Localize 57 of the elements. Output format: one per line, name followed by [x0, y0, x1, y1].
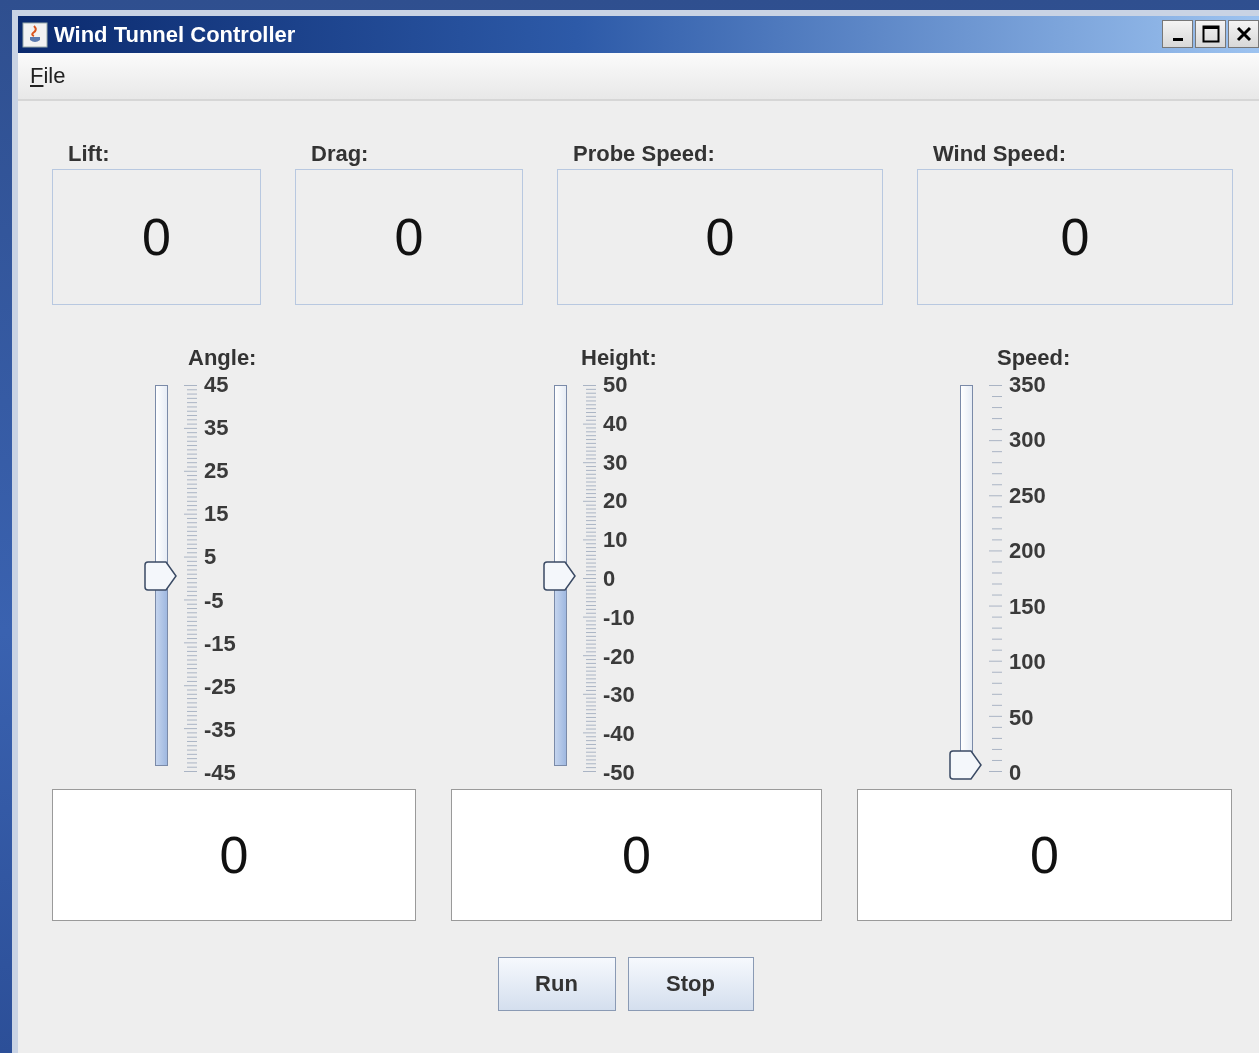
readout-label: Lift: [68, 141, 111, 165]
run-button[interactable]: Run [497, 957, 616, 1011]
tick-label: -10 [603, 605, 635, 630]
readout-value: 0 [1060, 207, 1090, 267]
maximize-button[interactable] [1195, 20, 1226, 48]
tick-label: 250 [1009, 483, 1046, 508]
tick-label: -15 [204, 631, 236, 656]
tick-label: 25 [204, 459, 230, 484]
close-icon [1235, 26, 1252, 42]
slider-label: Speed: [997, 345, 1071, 372]
tick-label: 200 [1009, 539, 1046, 564]
value-text: 0 [1030, 825, 1059, 885]
window-title: Wind Tunnel Controller [54, 21, 297, 48]
readout-value: 0 [705, 207, 735, 267]
tick-label: 350 [1009, 373, 1046, 397]
tick-label: 50 [1009, 705, 1035, 730]
tick-label: -20 [603, 644, 635, 669]
tick-label: 15 [204, 502, 230, 527]
slider-label: Angle: [188, 345, 257, 372]
tick-label: -35 [204, 717, 236, 742]
readout-label: Probe Speed: [573, 141, 716, 165]
readout-label: Drag: [311, 141, 370, 165]
tick-label: 100 [1009, 650, 1046, 675]
tick-label: -30 [603, 683, 635, 708]
tick-label: -50 [603, 760, 635, 785]
tick-label: 20 [603, 489, 629, 514]
stop-button[interactable]: Stop [627, 957, 754, 1011]
slider-thumb[interactable] [143, 560, 178, 591]
tick-label: -45 [204, 761, 236, 785]
tick-label: -25 [204, 674, 236, 699]
tick-label: 0 [1009, 760, 1023, 785]
tick-label: 40 [603, 411, 629, 436]
tick-label: 0 [603, 567, 617, 591]
tick-label: -40 [603, 722, 635, 747]
slider-label: Height: [581, 345, 657, 372]
minimize-icon [1172, 37, 1183, 41]
close-button[interactable] [1228, 20, 1259, 48]
readout-label: Wind Speed: [933, 141, 1068, 165]
tick-label: 45 [204, 373, 230, 397]
value-text: 0 [622, 825, 651, 885]
tick-label: -5 [204, 588, 225, 613]
menu-item[interactable]: File [30, 63, 66, 89]
readout-value: 0 [142, 207, 171, 267]
value-text: 0 [219, 825, 249, 885]
tick-label: 10 [603, 528, 629, 553]
minimize-button[interactable] [1162, 20, 1193, 48]
slider-thumb[interactable] [542, 560, 577, 591]
tick-label: 5 [204, 545, 218, 570]
tick-label: 35 [204, 416, 230, 441]
slider-thumb[interactable] [948, 750, 983, 780]
tick-label: 150 [1009, 594, 1046, 619]
readout-value: 0 [394, 207, 424, 267]
maximize-icon [1201, 25, 1220, 43]
tick-label: 30 [603, 450, 629, 475]
tick-label: 50 [603, 373, 629, 397]
cup-icon [22, 21, 48, 48]
tick-label: 300 [1009, 428, 1046, 453]
